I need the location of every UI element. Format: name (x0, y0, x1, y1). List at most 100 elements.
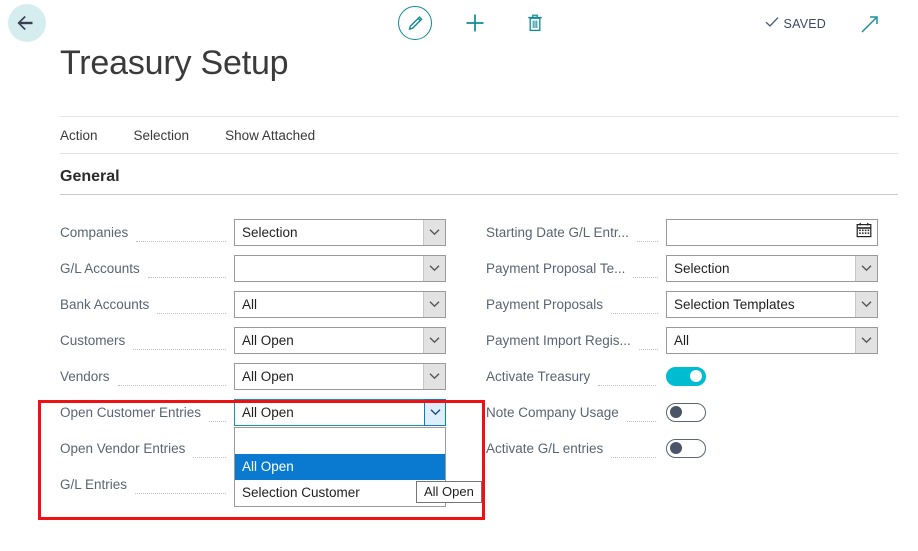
expand-diagonal-icon[interactable] (858, 12, 884, 38)
field-bank-accounts: Bank Accounts All (60, 286, 446, 322)
tooltip-all-open: All Open (416, 481, 482, 503)
payment-proposals-combo[interactable]: Selection Templates (666, 291, 878, 318)
toggle-switch[interactable] (666, 439, 706, 458)
chevron-down-icon[interactable] (423, 328, 445, 353)
field-label: Bank Accounts (60, 297, 149, 312)
note-company-usage-toggle[interactable] (666, 403, 878, 422)
command-buttons (398, 6, 552, 40)
leader-dots (627, 421, 656, 422)
plus-new-icon[interactable] (458, 6, 492, 40)
saved-label: SAVED (784, 17, 826, 31)
field-label: Activate Treasury (486, 369, 590, 384)
gl-accounts-combo[interactable] (234, 255, 446, 282)
field-label: G/L Accounts (60, 261, 140, 276)
toggle-knob (670, 442, 682, 454)
leader-dots (157, 313, 226, 314)
leader-dots (611, 313, 658, 314)
vendors-combo[interactable]: All Open (234, 363, 446, 390)
activate-treasury-toggle[interactable] (666, 367, 878, 386)
chevron-down-icon[interactable] (423, 220, 445, 245)
combo-value: Selection Templates (667, 292, 855, 317)
combo-value: All (235, 292, 423, 317)
field-label: Starting Date G/L Entr... (486, 225, 629, 240)
open-customer-entries-combo[interactable]: All Open All Open Selection Customer All… (234, 399, 446, 426)
dropdown-options-list[interactable]: All Open Selection Customer (234, 427, 446, 507)
calendar-icon[interactable] (856, 222, 872, 243)
field-label: Note Company Usage (486, 405, 619, 420)
menu-item-show-attached[interactable]: Show Attached (225, 128, 315, 143)
field-label: Payment Import Regis... (486, 333, 631, 348)
menu-bar: Action Selection Show Attached (60, 116, 898, 154)
field-activate-gl-entries: Activate G/L entries (486, 430, 878, 466)
toggle-switch[interactable] (666, 403, 706, 422)
payment-import-register-combo[interactable]: All (666, 327, 878, 354)
section-divider (60, 194, 898, 195)
combo-value: Selection (667, 256, 855, 281)
field-label: G/L Entries (60, 477, 127, 492)
page-title: Treasury Setup (60, 44, 288, 83)
chevron-down-icon[interactable] (423, 256, 445, 281)
right-field-column: Starting Date G/L Entr... (486, 214, 878, 466)
field-activate-treasury: Activate Treasury (486, 358, 878, 394)
activate-gl-entries-toggle[interactable] (666, 439, 878, 458)
leader-dots (598, 385, 656, 386)
pencil-edit-icon[interactable] (398, 6, 432, 40)
trash-delete-icon[interactable] (518, 6, 552, 40)
bank-accounts-combo[interactable]: All (234, 291, 446, 318)
field-label: Activate G/L entries (486, 441, 603, 456)
customers-combo[interactable]: All Open (234, 327, 446, 354)
leader-dots (136, 241, 226, 242)
leader-dots (611, 457, 656, 458)
checkmark-icon (765, 15, 779, 33)
field-label: Payment Proposal Te... (486, 261, 625, 276)
leader-dots (209, 421, 226, 422)
menu-item-selection[interactable]: Selection (134, 128, 190, 143)
chevron-down-icon[interactable] (855, 256, 877, 281)
field-companies: Companies Selection (60, 214, 446, 250)
chevron-down-icon[interactable] (423, 364, 445, 389)
payment-proposal-template-combo[interactable]: Selection (666, 255, 878, 282)
starting-date-input[interactable] (666, 219, 878, 246)
general-section-header: General (60, 168, 898, 195)
combo-value: All Open (235, 364, 423, 389)
field-note-company-usage: Note Company Usage (486, 394, 878, 430)
combo-value: All Open (235, 328, 423, 353)
field-label: Payment Proposals (486, 297, 603, 312)
leader-dots (133, 349, 226, 350)
section-title: General (60, 168, 898, 194)
combo-value: All (667, 328, 855, 353)
companies-combo[interactable]: Selection (234, 219, 446, 246)
left-field-column: Companies Selection G/L Accounts (60, 214, 446, 502)
toggle-switch[interactable] (666, 367, 706, 386)
menu-item-action[interactable]: Action (60, 128, 98, 143)
field-label: Vendors (60, 369, 110, 384)
chevron-down-icon[interactable] (423, 292, 445, 317)
back-arrow-icon[interactable] (8, 4, 46, 42)
field-payment-proposals: Payment Proposals Selection Templates (486, 286, 878, 322)
toggle-knob (690, 370, 702, 382)
leader-dots (639, 349, 658, 350)
leader-dots (193, 457, 226, 458)
combo-value: Selection (235, 220, 423, 245)
status-badge: SAVED (765, 15, 826, 33)
field-starting-date-gl-entries: Starting Date G/L Entr... (486, 214, 878, 250)
leader-dots (633, 277, 658, 278)
chevron-down-icon[interactable] (855, 292, 877, 317)
leader-dots (135, 493, 226, 494)
dropdown-option-blank[interactable] (235, 428, 445, 454)
combo-value: All Open (235, 400, 424, 425)
dropdown-option-all-open[interactable]: All Open (235, 454, 445, 480)
leader-dots (118, 385, 226, 386)
leader-dots (637, 241, 658, 242)
combo-value (235, 256, 423, 281)
field-gl-accounts: G/L Accounts (60, 250, 446, 286)
field-payment-proposal-template: Payment Proposal Te... Selection (486, 250, 878, 286)
field-open-customer-entries: Open Customer Entries All Open All Open … (60, 394, 446, 430)
chevron-down-icon[interactable] (855, 328, 877, 353)
field-payment-import-register: Payment Import Regis... All (486, 322, 878, 358)
leader-dots (148, 277, 226, 278)
field-label: Open Vendor Entries (60, 441, 185, 456)
dropdown-option-selection-customer[interactable]: Selection Customer (235, 480, 445, 506)
treasury-setup-page: SAVED Treasury Setup Action Selection Sh… (0, 0, 918, 551)
chevron-down-icon[interactable] (424, 399, 446, 426)
